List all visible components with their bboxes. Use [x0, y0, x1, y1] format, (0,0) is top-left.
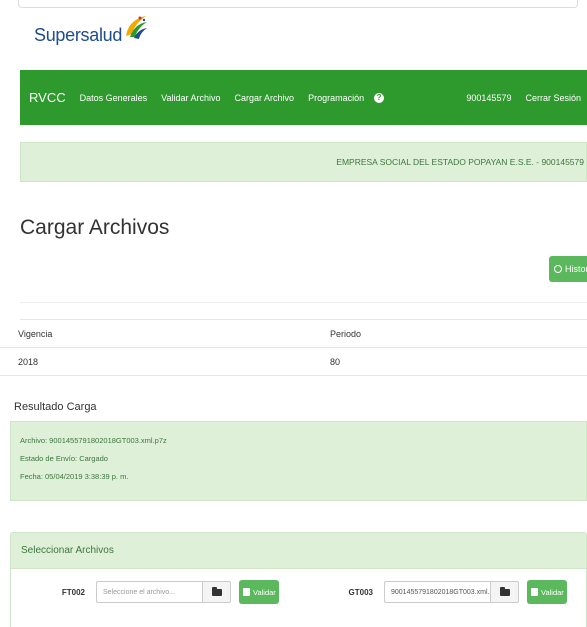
nav-item-cargar-archivo[interactable]: Cargar Archivo [235, 93, 295, 103]
company-banner: EMPRESA SOCIAL DEL ESTADO POPAYAN E.S.E.… [20, 142, 587, 182]
browse-button[interactable] [491, 581, 519, 603]
main-navbar: RVCC Datos Generales Validar Archivo Car… [20, 70, 587, 125]
save-icon [243, 588, 250, 596]
divider [20, 302, 587, 303]
supersalud-logo[interactable]: Supersalud [34, 14, 150, 46]
table-row: 2018 80 [0, 348, 587, 376]
question-circle-icon[interactable]: ? [374, 92, 385, 103]
logout-link[interactable]: Cerrar Sesión [525, 93, 581, 103]
browser-top-edge [18, 0, 578, 8]
result-title: Resultado Carga [14, 401, 97, 413]
cell-periodo: 80 [330, 356, 341, 367]
save-icon [531, 588, 538, 596]
company-name: EMPRESA SOCIAL DEL ESTADO POPAYAN E.S.E.… [336, 157, 584, 167]
logo-text: Supersalud [34, 25, 123, 45]
nav-brand[interactable]: RVCC [29, 90, 66, 105]
nav-item-datos-generales[interactable]: Datos Generales [80, 93, 148, 103]
result-estado: Estado de Envío: Cargado [20, 454, 108, 463]
page-title: Cargar Archivos [20, 216, 170, 239]
folder-icon [499, 586, 510, 596]
file-code: GT003 [348, 587, 373, 597]
nav-item-programacion[interactable]: Programación [308, 93, 364, 103]
history-button[interactable]: Historial [549, 256, 587, 282]
validate-button-gt003[interactable]: Validar [527, 580, 567, 604]
file-row-ft002: FT002 Seleccione el archivo... Validar [57, 580, 279, 604]
validate-label: Validar [253, 587, 276, 597]
history-button-label: Historial [565, 264, 587, 274]
supersalud-swirl-icon [126, 16, 148, 39]
cell-vigencia: 2018 [18, 356, 39, 367]
validate-button-ft002[interactable]: Validar [239, 580, 279, 604]
nav-right: 900145579 Cerrar Sesión [466, 70, 587, 125]
clock-icon [554, 265, 562, 273]
result-box: Archivo: 9001455791802018GT003.xml.p7z E… [10, 421, 587, 501]
info-table: Vigencia Periodo 2018 80 [0, 320, 587, 376]
validate-label: Validar [541, 587, 564, 597]
file-code: FT002 [61, 587, 85, 597]
result-archivo: Archivo: 9001455791802018GT003.xml.p7z [20, 436, 167, 445]
table-header-row: Vigencia Periodo [0, 320, 587, 348]
folder-icon [211, 586, 222, 596]
nav-user-id: 900145579 [466, 92, 512, 103]
result-fecha: Fecha: 05/04/2019 3:38:39 p. m. [20, 472, 129, 481]
header-periodo: Periodo [330, 328, 362, 339]
header-vigencia: Vigencia [18, 328, 53, 339]
file-input-ft002[interactable]: Seleccione el archivo... [96, 581, 203, 603]
panel-title: Seleccionar Archivos [11, 533, 586, 569]
file-row-gt003: GT003 9001455791802018GT003.xml.p Valida… [345, 580, 567, 604]
file-input-gt003[interactable]: 9001455791802018GT003.xml.p [384, 581, 491, 603]
browse-button[interactable] [203, 581, 231, 603]
nav-item-validar-archivo[interactable]: Validar Archivo [161, 93, 220, 103]
